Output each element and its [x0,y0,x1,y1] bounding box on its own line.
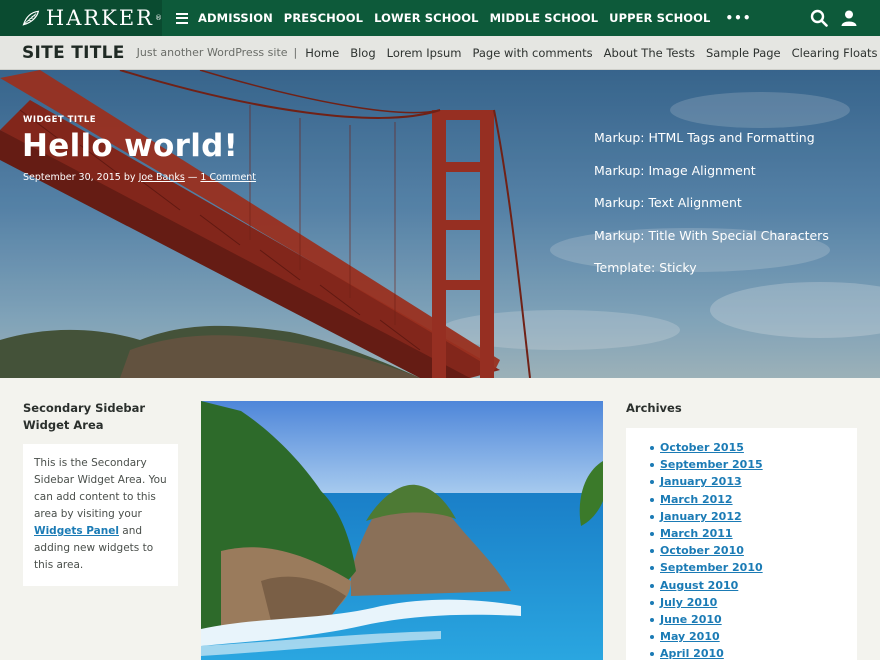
site-nav-blog[interactable]: Blog [350,46,375,60]
meta-dash: — [187,172,198,183]
site-nav-home[interactable]: Home [305,46,339,60]
hero-link-list: Markup: HTML Tags and Formatting Markup:… [594,130,829,293]
featured-image[interactable] [201,401,603,660]
nav-upper-school[interactable]: UPPER SCHOOL [609,11,710,25]
hero-link-image-alignment[interactable]: Markup: Image Alignment [594,163,829,178]
hero-widget-title: WIDGET TITLE [23,115,97,125]
archives-sidebar: Archives October 2015 September 2015 Jan… [626,401,857,660]
site-nav-page-with-comments[interactable]: Page with comments [472,46,592,60]
brand-name: HARKER [45,6,154,30]
top-nav-bar: HARKER ® ADMISSION PRESCHOOL LOWER SCHOOL… [0,0,880,36]
hero-link-html-tags[interactable]: Markup: HTML Tags and Formatting [594,130,829,145]
secondary-sidebar-text: This is the Secondary Sidebar Widget Are… [34,457,167,520]
archive-link[interactable]: July 2010 [650,594,857,611]
archive-link[interactable]: October 2010 [650,542,857,559]
post-date: September 30, 2015 [23,172,121,183]
archive-link[interactable]: January 2012 [650,508,857,525]
hero-banner: WIDGET TITLE Hello world! September 30, … [0,70,880,378]
widgets-panel-link[interactable]: Widgets Panel [34,525,119,537]
post-meta: September 30, 2015 by Joe Banks — 1 Comm… [23,172,256,183]
user-icon[interactable] [840,9,858,27]
archive-link[interactable]: June 2010 [650,611,857,628]
nav-middle-school[interactable]: MIDDLE SCHOOL [490,11,599,25]
archive-link[interactable]: October 2015 [650,439,857,456]
site-tagline: Just another WordPress site [136,46,288,59]
archive-link[interactable]: August 2010 [650,577,857,594]
archive-link[interactable]: September 2015 [650,456,857,473]
secondary-sidebar-title: Secondary Sidebar Widget Area [23,401,146,432]
coastal-rock-image [201,401,603,660]
top-icons [810,9,858,27]
hero-link-sticky[interactable]: Template: Sticky [594,260,829,275]
archive-link[interactable]: January 2013 [650,473,857,490]
main-menu: ADMISSION PRESCHOOL LOWER SCHOOL MIDDLE … [176,0,752,36]
nav-more-button[interactable]: ••• [725,11,751,25]
nav-lower-school[interactable]: LOWER SCHOOL [374,11,479,25]
archives-list: October 2015 September 2015 January 2013… [626,428,857,660]
post-comments-link[interactable]: 1 Comment [200,172,256,183]
secondary-sidebar: Secondary Sidebar Widget Area This is th… [23,400,178,586]
tagline-separator: | [293,46,298,59]
nav-preschool[interactable]: PRESCHOOL [284,11,363,25]
post-by: by [123,172,136,183]
hero-link-text-alignment[interactable]: Markup: Text Alignment [594,195,829,210]
search-icon[interactable] [810,9,828,27]
archive-link[interactable]: September 2010 [650,559,857,576]
post-title[interactable]: Hello world! [22,128,238,164]
archive-link[interactable]: March 2012 [650,491,857,508]
archive-link[interactable]: May 2010 [650,628,857,645]
nav-admission[interactable]: ADMISSION [198,11,273,25]
hero-link-special-characters[interactable]: Markup: Title With Special Characters [594,228,829,243]
archive-link[interactable]: March 2011 [650,525,857,542]
leaf-logo-icon [22,10,40,26]
harker-logo[interactable]: HARKER ® [0,0,162,36]
hamburger-menu-icon[interactable] [176,12,188,24]
post-author-link[interactable]: Joe Banks [139,172,185,183]
brand-registered-mark: ® [155,14,162,22]
site-nav-sample-page[interactable]: Sample Page [706,46,781,60]
site-title[interactable]: SITE TITLE [22,43,125,63]
archives-title: Archives [626,401,682,415]
site-nav-about-the-tests[interactable]: About The Tests [604,46,695,60]
site-nav-clearing-floats[interactable]: Clearing Floats [792,46,878,60]
archive-link[interactable]: April 2010 [650,645,857,660]
site-nav-bar: SITE TITLE Just another WordPress site |… [0,36,880,70]
secondary-sidebar-widget: This is the Secondary Sidebar Widget Are… [23,444,178,586]
site-nav-lorem-ipsum[interactable]: Lorem Ipsum [387,46,462,60]
